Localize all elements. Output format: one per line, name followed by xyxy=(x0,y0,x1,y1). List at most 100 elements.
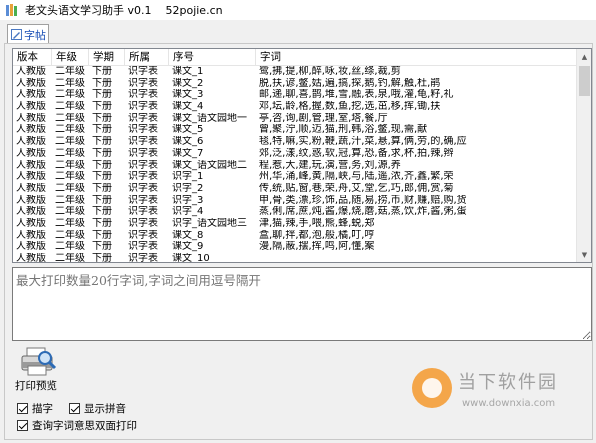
word-input[interactable] xyxy=(12,267,592,341)
scroll-thumb[interactable] xyxy=(579,66,590,96)
cell-grade: 二年级 xyxy=(55,89,85,101)
scroll-down-icon[interactable]: ▼ xyxy=(577,247,591,262)
table-row[interactable]: 人教版 二年级 下册 识字表 课文_语文园地一 亭,咨,询,剧,管,理,室,塔,餐,厅 xyxy=(13,113,577,125)
checkbox-box[interactable] xyxy=(17,403,28,414)
cell-words: 脱,扶,谚,鳖,姑,遍,搞,探,鹅,钓,解,触,杜,鹃 xyxy=(259,77,441,89)
cell-term: 下册 xyxy=(92,171,112,183)
cell-category: 识字表 xyxy=(128,182,158,194)
cell-edition: 人教版 xyxy=(16,124,46,136)
cell-words: 程,惹,大,建,玩,演,营,务,刘,源,养 xyxy=(259,159,401,171)
vertical-scrollbar[interactable]: ▲ ▼ xyxy=(576,49,591,262)
cell-term: 下册 xyxy=(92,253,112,262)
pencil-icon xyxy=(11,29,22,40)
table-row[interactable]: 人教版 二年级 下册 识字表 课文_4 邓,坛,龄,格,握,数,鱼,挖,选,茁,移,挥,锄… xyxy=(13,101,577,113)
table-header: 版本 年级 学期 所属 序号 字词 xyxy=(13,49,577,66)
cell-index: 课文_9 xyxy=(172,241,204,253)
table-row[interactable]: 人教版 二年级 下册 识字表 课文_10 xyxy=(13,253,577,262)
cell-edition: 人教版 xyxy=(16,229,46,241)
column-header-words[interactable]: 字词 xyxy=(256,49,577,66)
table-row[interactable]: 人教版 二年级 下册 识字表 课文_3 邮,递,聊,喜,鹊,堆,雪,融,表,泉,哦,灌,龟… xyxy=(13,89,577,101)
cell-category: 识字表 xyxy=(128,124,158,136)
table-row[interactable]: 人教版 二年级 下册 识字表 课文_1 鹭,拂,提,柳,醉,咏,妆,丝,绦,裁,剪 xyxy=(13,66,577,78)
cell-grade: 二年级 xyxy=(55,229,85,241)
cell-term: 下册 xyxy=(92,194,112,206)
cell-category: 识字表 xyxy=(128,136,158,148)
checkbox-box[interactable] xyxy=(69,403,80,414)
cell-category: 识字表 xyxy=(128,217,158,229)
cell-term: 下册 xyxy=(92,124,112,136)
cell-index: 课文_3 xyxy=(172,89,204,101)
trace-checkbox[interactable]: 描字 xyxy=(17,401,53,416)
cell-grade: 二年级 xyxy=(55,136,85,148)
table-row[interactable]: 人教版 二年级 下册 识字表 识字_4 蒸,俐,席,蔗,炖,酱,爆,烧,蘑,菇,蒸,饮,炸… xyxy=(13,206,577,218)
cell-edition: 人教版 xyxy=(16,101,46,113)
cell-index: 识字_语文园地三 xyxy=(172,217,247,229)
duplex-print-checkbox[interactable]: 查询字词意思双面打印 xyxy=(17,418,137,433)
cell-edition: 人教版 xyxy=(16,66,46,77)
cell-edition: 人教版 xyxy=(16,159,46,171)
table-row[interactable]: 人教版 二年级 下册 识字表 识字_2 传,统,贴,窗,巷,荣,舟,艾,堂,乞,巧,郎,佣… xyxy=(13,183,577,195)
cell-category: 识字表 xyxy=(128,101,158,113)
checkbox-label: 显示拼音 xyxy=(84,403,126,415)
cell-term: 下册 xyxy=(92,101,112,113)
cell-edition: 人教版 xyxy=(16,89,46,101)
watermark-title: 当下软件园 xyxy=(458,372,558,393)
cell-grade: 二年级 xyxy=(55,253,85,262)
cell-grade: 二年级 xyxy=(55,194,85,206)
cell-words: 甲,骨,类,漂,珍,饰,品,随,易,捞,币,财,赚,赔,购,货 xyxy=(259,194,467,206)
cell-words: 邓,坛,龄,格,握,数,鱼,挖,选,茁,移,挥,锄,扶 xyxy=(259,101,441,113)
cell-category: 识字表 xyxy=(128,206,158,218)
column-header-grade[interactable]: 年级 xyxy=(52,49,89,66)
cell-category: 识字表 xyxy=(128,89,158,101)
cell-category: 识字表 xyxy=(128,147,158,159)
app-logo-icon xyxy=(6,4,17,16)
cell-category: 识字表 xyxy=(128,229,158,241)
cell-index: 课文_6 xyxy=(172,136,204,148)
cell-grade: 二年级 xyxy=(55,217,85,229)
show-pinyin-checkbox[interactable]: 显示拼音 xyxy=(69,401,126,416)
cell-category: 识字表 xyxy=(128,66,158,77)
cell-grade: 二年级 xyxy=(55,101,85,113)
cell-category: 识字表 xyxy=(128,171,158,183)
cell-category: 识字表 xyxy=(128,241,158,253)
cell-index: 课文_4 xyxy=(172,101,204,113)
cell-edition: 人教版 xyxy=(16,194,46,206)
table-row[interactable]: 人教版 二年级 下册 识字表 课文_5 曾,聚,泞,顺,迈,猫,刑,韩,浴,鳖,现,需,献 xyxy=(13,124,577,136)
cell-edition: 人教版 xyxy=(16,182,46,194)
table-row[interactable]: 人教版 二年级 下册 识字表 识字_1 州,华,涌,峰,黄,隔,峡,与,陆,遥,浓,齐,鑫… xyxy=(13,171,577,183)
table-row[interactable]: 人教版 二年级 下册 识字表 课文_7 郊,泛,漾,纹,惑,软,冠,算,恐,备,求,杯,拍… xyxy=(13,148,577,160)
column-header-term[interactable]: 学期 xyxy=(89,49,125,66)
cell-grade: 二年级 xyxy=(55,147,85,159)
cell-words: 津,猫,辣,手,喂,熊,蜂,蜕,郑 xyxy=(259,217,375,229)
cell-category: 识字表 xyxy=(128,253,158,262)
cell-grade: 二年级 xyxy=(55,124,85,136)
column-header-index[interactable]: 序号 xyxy=(169,49,256,66)
table-row[interactable]: 人教版 二年级 下册 识字表 课文_8 盒,聊,拌,都,泡,般,橘,叮,哼 xyxy=(13,230,577,242)
cell-edition: 人教版 xyxy=(16,136,46,148)
cell-edition: 人教版 xyxy=(16,253,46,262)
cell-words: 蒸,俐,席,蔗,炖,酱,爆,烧,蘑,菇,蒸,饮,炸,酱,粥,蛋 xyxy=(259,206,467,218)
table-row[interactable]: 人教版 二年级 下册 识字表 识字_3 甲,骨,类,漂,珍,饰,品,随,易,捞,币,财,赚… xyxy=(13,195,577,207)
cell-term: 下册 xyxy=(92,159,112,171)
tab-copybook[interactable]: 字帖 xyxy=(7,24,49,44)
table-row[interactable]: 人教版 二年级 下册 识字表 课文_9 漫,隔,蔽,摆,挥,鸣,阿,懂,案 xyxy=(13,241,577,253)
table-row[interactable]: 人教版 二年级 下册 识字表 课文_2 脱,扶,谚,鳖,姑,遍,搞,探,鹅,钓,解,触,杜… xyxy=(13,78,577,90)
table-row[interactable]: 人教版 二年级 下册 识字表 识字_语文园地三 津,猫,辣,手,喂,熊,蜂,蜕,郑 xyxy=(13,218,577,230)
cell-grade: 二年级 xyxy=(55,77,85,89)
word-table[interactable]: 版本 年级 学期 所属 序号 字词 人教版 二年级 下册 识字表 课文_1 鹭,拂,提,柳… xyxy=(12,48,592,263)
cell-words: 亭,咨,询,剧,管,理,室,塔,餐,厅 xyxy=(259,112,388,124)
cell-grade: 二年级 xyxy=(55,159,85,171)
printer-icon xyxy=(21,347,57,376)
cell-words: 曾,聚,泞,顺,迈,猫,刑,韩,浴,鳖,现,需,献 xyxy=(259,124,428,136)
print-preview-label: 打印预览 xyxy=(15,380,57,392)
cell-words: 郊,泛,漾,纹,惑,软,冠,算,恐,备,求,杯,拍,辣,辫 xyxy=(259,147,454,159)
cell-words: 邮,递,聊,喜,鹊,堆,雪,融,表,泉,哦,灌,龟,籽,礼 xyxy=(259,89,454,101)
table-row[interactable]: 人教版 二年级 下册 识字表 课文_6 毯,特,嘛,实,粉,鞭,蔬,汁,菜,悬,算,俩,劳… xyxy=(13,136,577,148)
cell-edition: 人教版 xyxy=(16,241,46,253)
checkbox-box[interactable] xyxy=(17,420,28,431)
scroll-up-icon[interactable]: ▲ xyxy=(577,49,591,64)
column-header-category[interactable]: 所属 xyxy=(125,49,169,66)
table-row[interactable]: 人教版 二年级 下册 识字表 课文_语文园地二 程,惹,大,建,玩,演,营,务,刘,源,养 xyxy=(13,160,577,172)
column-header-edition[interactable]: 版本 xyxy=(13,49,52,66)
cell-term: 下册 xyxy=(92,89,112,101)
